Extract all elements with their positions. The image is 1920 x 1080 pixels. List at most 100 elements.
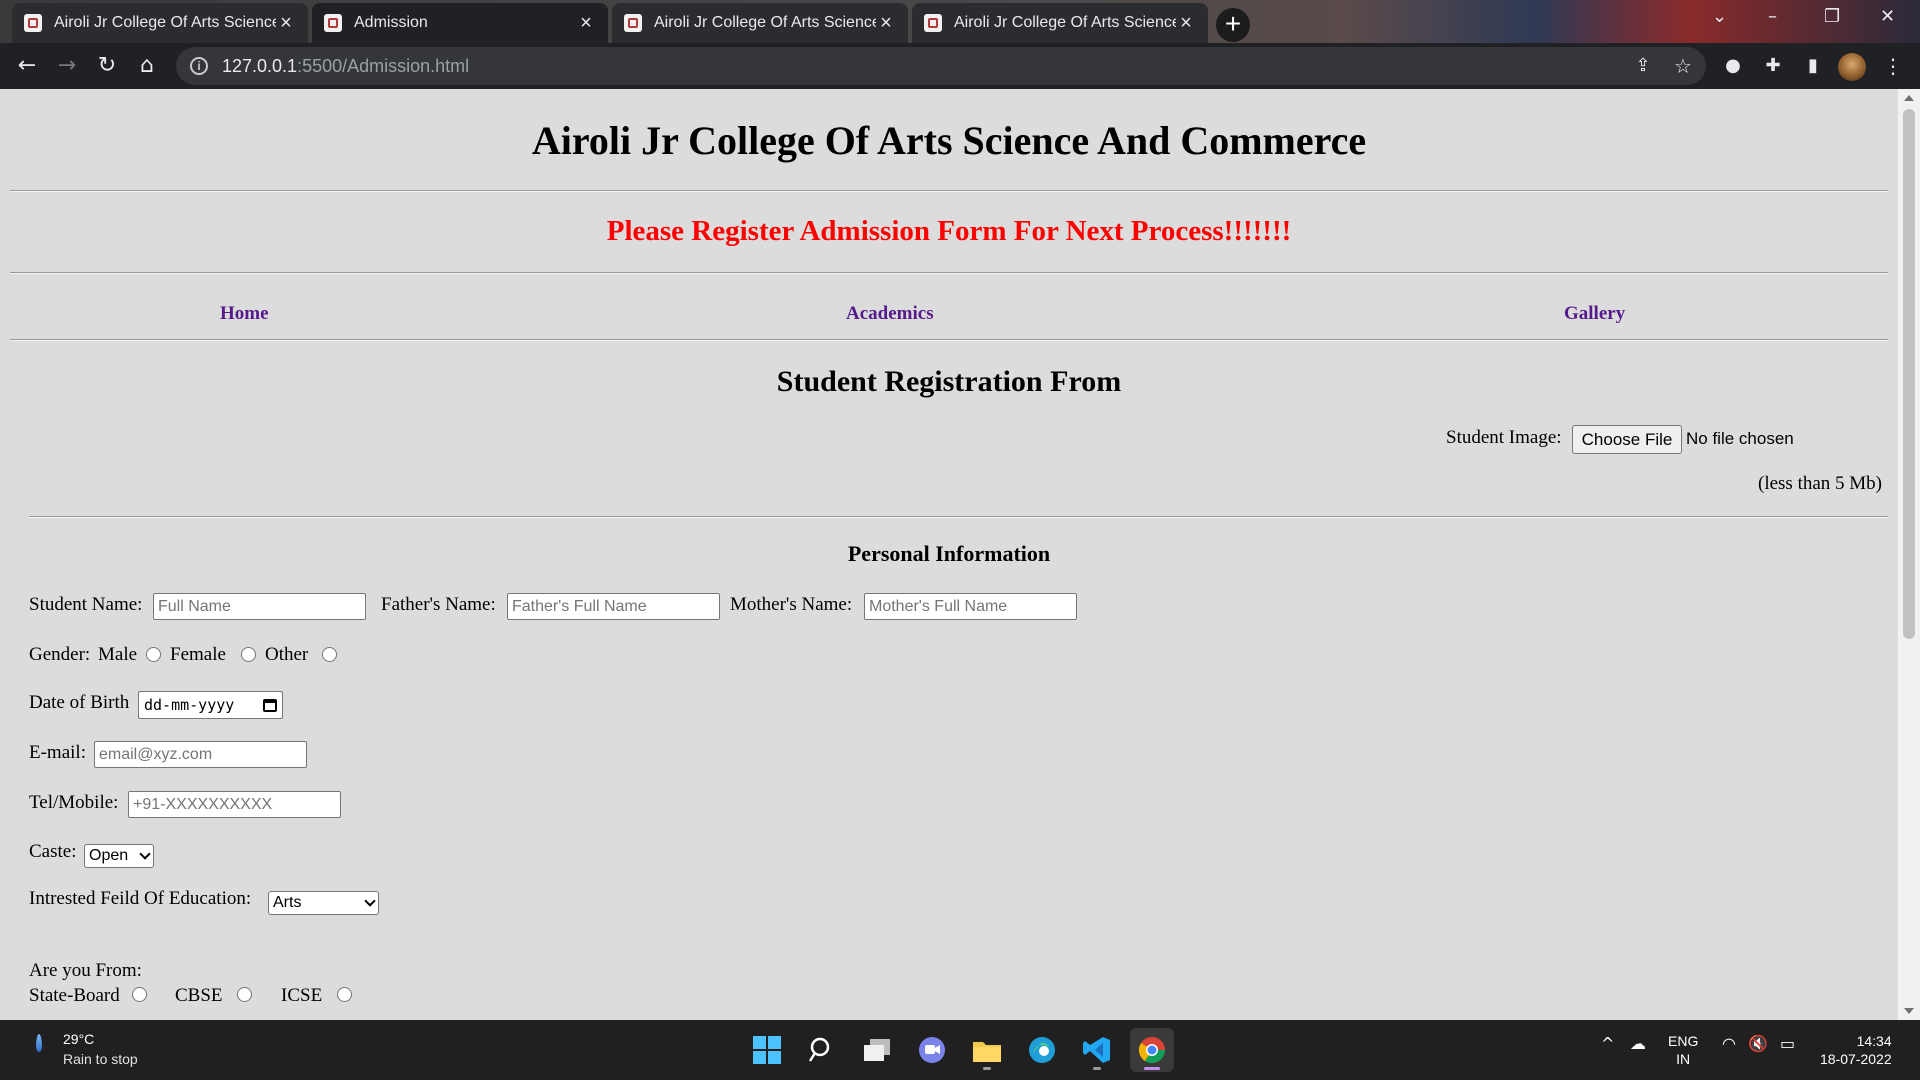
gender-other-radio[interactable] (322, 647, 337, 662)
site-info-icon[interactable]: i (190, 57, 208, 75)
weather-temperature[interactable]: 29°C (63, 1031, 94, 1047)
gender-option-label: Other (265, 644, 309, 665)
gender-male-radio[interactable] (146, 647, 161, 662)
windows-taskbar: 29°C Rain to stop ^ ☁ ENG IN ◠ 🔇 ▭ 14:34… (0, 1020, 1920, 1080)
reload-icon[interactable]: ↻ (92, 51, 122, 81)
college-favicon-icon (924, 14, 942, 32)
caste-select[interactable]: Open (84, 844, 154, 868)
dob-date-input[interactable]: dd-mm-yyyy (138, 691, 283, 719)
close-icon[interactable]: × (276, 12, 296, 35)
personal-info-title: Personal Information (847, 541, 1051, 566)
wifi-icon[interactable]: ◠ (1722, 1034, 1736, 1053)
restore-icon[interactable]: ❐ (1824, 6, 1840, 27)
email-input[interactable] (94, 741, 307, 768)
forward-icon[interactable]: → (52, 51, 82, 81)
father-name-input[interactable] (507, 593, 720, 620)
phone-input[interactable] (128, 791, 341, 818)
page-viewport: Airoli Jr College Of Arts Science And Co… (0, 89, 1898, 1020)
browser-toolbar: ← → ↻ ⌂ i 127.0.0.1:5500/Admission.html … (0, 43, 1920, 89)
new-tab-button[interactable]: + (1216, 8, 1250, 42)
teams-chat-icon[interactable] (910, 1028, 954, 1072)
board-option-label: ICSE (281, 985, 323, 1006)
calendar-icon[interactable] (263, 698, 277, 712)
chrome-icon[interactable] (1130, 1028, 1174, 1072)
scroll-up-icon[interactable] (1904, 95, 1914, 101)
divider (10, 339, 1888, 341)
profile-avatar[interactable] (1838, 53, 1866, 81)
student-name-label: Student Name: (29, 594, 143, 615)
home-icon[interactable]: ⌂ (132, 51, 162, 81)
browser-tab[interactable]: Airoli Jr College Of Arts Science And Co… (12, 3, 308, 43)
battery-icon[interactable]: ▭ (1780, 1034, 1795, 1053)
browser-tab[interactable]: Airoli Jr College Of Arts Science And Co… (912, 3, 1208, 43)
browser-tab-strip: Airoli Jr College Of Arts Science And Co… (0, 0, 1920, 43)
caste-selected: Open (89, 847, 129, 864)
divider (10, 190, 1888, 192)
board-icse-radio[interactable] (337, 987, 352, 1002)
browser-tab-active[interactable]: Admission × (312, 3, 608, 43)
extensions-puzzle-icon[interactable]: ✚ (1758, 51, 1788, 81)
vscode-icon[interactable] (1075, 1028, 1119, 1072)
menu-kebab-icon[interactable]: ⋮ (1878, 51, 1908, 81)
address-bar[interactable]: i 127.0.0.1:5500/Admission.html (176, 47, 1706, 85)
windows-logo-icon (753, 1036, 781, 1064)
browser-tab[interactable]: Airoli Jr College Of Arts Science And Co… (612, 3, 908, 43)
choose-file-button[interactable]: Choose File (1572, 425, 1682, 454)
task-view-icon[interactable] (855, 1028, 899, 1072)
file-size-hint: (less than 5 Mb) (1758, 473, 1883, 494)
extension-icon[interactable]: ● (1718, 51, 1748, 81)
tab-title: Airoli Jr College Of Arts Science And Co… (954, 14, 1176, 31)
scrollbar-thumb[interactable] (1903, 109, 1915, 639)
onedrive-icon[interactable]: ☁ (1630, 1034, 1646, 1053)
search-icon[interactable] (800, 1028, 844, 1072)
url-path: :5500/Admission.html (297, 55, 470, 76)
clock-date: 18-07-2022 (1820, 1051, 1892, 1067)
language-code: ENG (1668, 1033, 1699, 1049)
dob-placeholder: dd-mm-yyyy (144, 696, 235, 714)
input-language[interactable]: ENG IN (1668, 1032, 1698, 1068)
board-option-label: CBSE (175, 985, 223, 1006)
nav-link-home[interactable]: Home (220, 303, 269, 325)
start-button[interactable] (745, 1028, 789, 1072)
college-title: Airoli Jr College Of Arts Science And Co… (531, 118, 1367, 163)
back-icon[interactable]: ← (12, 51, 42, 81)
weather-rain-icon[interactable] (34, 1034, 44, 1064)
running-indicator (1144, 1067, 1160, 1070)
nav-link-academics[interactable]: Academics (846, 303, 934, 325)
page-scrollbar[interactable] (1898, 89, 1920, 1020)
nav-link-gallery[interactable]: Gallery (1564, 303, 1625, 325)
share-icon[interactable]: ⇪ (1628, 51, 1658, 81)
file-explorer-icon[interactable] (965, 1028, 1009, 1072)
minimize-icon[interactable]: – (1768, 6, 1777, 27)
student-image-label: Student Image: (1446, 427, 1562, 448)
close-icon[interactable]: × (1176, 12, 1196, 35)
board-cbse-radio[interactable] (237, 987, 252, 1002)
edge-browser-icon[interactable] (1020, 1028, 1064, 1072)
running-indicator (1093, 1067, 1101, 1070)
mother-name-input[interactable] (864, 593, 1077, 620)
file-status: No file chosen (1686, 429, 1794, 448)
gender-female-radio[interactable] (241, 647, 256, 662)
gender-option-label: Male (98, 644, 138, 665)
weather-description[interactable]: Rain to stop (63, 1051, 138, 1067)
caste-label: Caste: (29, 841, 77, 862)
close-window-icon[interactable]: ✕ (1880, 6, 1895, 27)
show-hidden-icons-icon[interactable]: ^ (1601, 1034, 1614, 1053)
clock-time: 14:34 (1856, 1033, 1892, 1049)
student-name-input[interactable] (153, 593, 366, 620)
volume-muted-icon[interactable]: 🔇 (1748, 1034, 1768, 1053)
scroll-down-icon[interactable] (1904, 1008, 1914, 1014)
field-select[interactable]: Arts (268, 891, 379, 915)
close-icon[interactable]: × (876, 12, 896, 35)
divider (29, 516, 1888, 518)
field-selected: Arts (273, 894, 302, 911)
bookmark-star-icon[interactable]: ☆ (1668, 51, 1698, 81)
tab-title: Admission (354, 14, 428, 31)
college-favicon-icon (624, 14, 642, 32)
side-panel-icon[interactable]: ▮ (1798, 51, 1828, 81)
close-icon[interactable]: × (576, 12, 596, 35)
system-clock[interactable]: 14:34 18-07-2022 (1820, 1032, 1892, 1068)
college-favicon-icon (324, 14, 342, 32)
board-state-radio[interactable] (132, 987, 147, 1002)
tab-search-icon[interactable]: ⌄ (1712, 6, 1727, 27)
